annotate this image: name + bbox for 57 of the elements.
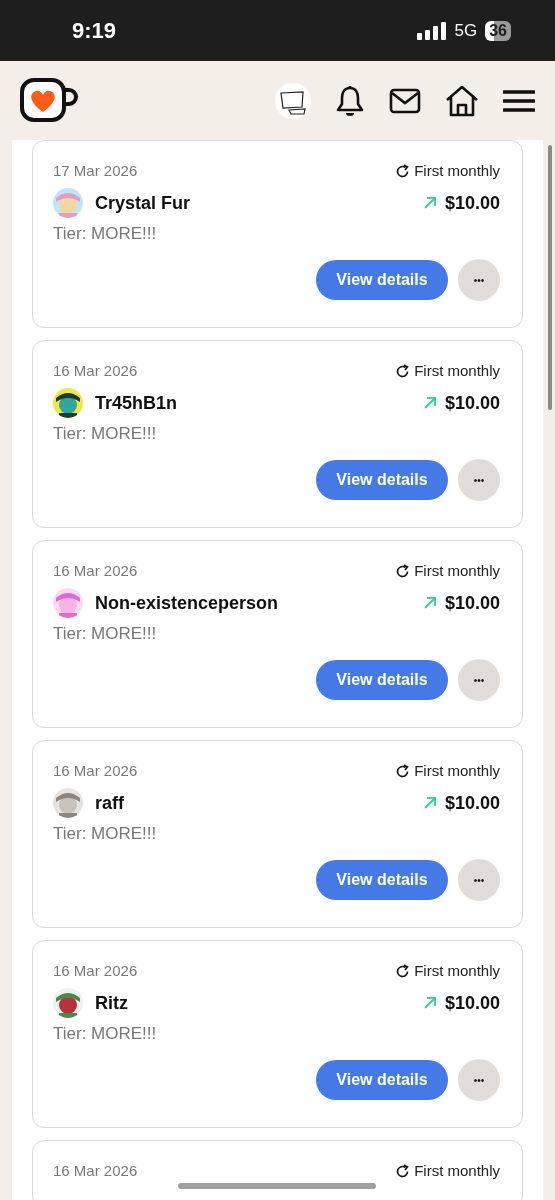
date-text: 16 Mar 2026 (53, 760, 138, 781)
more-button[interactable]: ••• (458, 1059, 500, 1101)
supporter-name: raff (95, 791, 124, 815)
more-button[interactable]: ••• (458, 259, 500, 301)
menu-icon[interactable] (503, 88, 535, 113)
refresh-icon (395, 963, 411, 979)
refresh-icon (395, 363, 411, 379)
tier-text: Tier: MORE!!! (53, 224, 157, 243)
date-text: 16 Mar 2026 (53, 1160, 138, 1181)
date-text: 16 Mar 2026 (53, 360, 138, 381)
tier-text: Tier: MORE!!! (53, 424, 157, 443)
payment-type: First monthly (414, 560, 500, 581)
arrow-up-right-icon (422, 996, 437, 1010)
view-details-button[interactable]: View details (316, 660, 448, 700)
refresh-icon (395, 1163, 411, 1179)
more-button[interactable]: ••• (458, 859, 500, 901)
refresh-icon (395, 763, 411, 779)
supporter-name: Crystal Fur (95, 191, 191, 215)
supporter-name: Ritz (95, 991, 128, 1015)
home-icon[interactable] (445, 84, 479, 117)
cup-logo (20, 77, 78, 124)
refresh-icon (395, 563, 411, 579)
amount-text: $10.00 (444, 991, 500, 1015)
tier-text: Tier: MORE!!! (53, 624, 157, 643)
mail-icon[interactable] (389, 87, 421, 114)
network-label: 5G (454, 19, 478, 42)
tier-text: Tier: MORE!!! (53, 1024, 157, 1043)
more-button[interactable]: ••• (458, 459, 500, 501)
payment-type: First monthly (414, 360, 500, 381)
supporter-name: Non-existenceperson (95, 591, 279, 615)
supporter-name: Tr45hB1n (95, 391, 178, 415)
date-text: 16 Mar 2026 (53, 960, 138, 981)
signal-icon (416, 21, 447, 40)
date-text: 16 Mar 2026 (53, 560, 138, 581)
amount-text: $10.00 (444, 791, 500, 815)
more-button[interactable]: ••• (458, 659, 500, 701)
payment-type: First monthly (414, 960, 500, 981)
view-details-button[interactable]: View details (316, 860, 448, 900)
amount-text: $10.00 (444, 591, 500, 615)
view-details-button[interactable]: View details (316, 460, 448, 500)
arrow-up-right-icon (422, 196, 437, 210)
payment-type: First monthly (414, 760, 500, 781)
payment-type: First monthly (414, 1160, 500, 1181)
amount-text: $10.00 (444, 191, 500, 215)
avatar-icon[interactable] (275, 82, 311, 119)
tier-text: Tier: MORE!!! (53, 824, 157, 843)
bell-icon[interactable] (335, 84, 365, 117)
refresh-icon (395, 163, 411, 179)
arrow-up-right-icon (422, 596, 437, 610)
arrow-up-right-icon (422, 396, 437, 410)
view-details-button[interactable]: View details (316, 1060, 448, 1100)
arrow-up-right-icon (422, 796, 437, 810)
view-details-button[interactable]: View details (316, 260, 448, 300)
amount-text: $10.00 (444, 391, 500, 415)
payment-type: First monthly (414, 160, 500, 181)
date-text: 17 Mar 2026 (53, 160, 138, 181)
status-time: 9:19 (72, 17, 117, 45)
